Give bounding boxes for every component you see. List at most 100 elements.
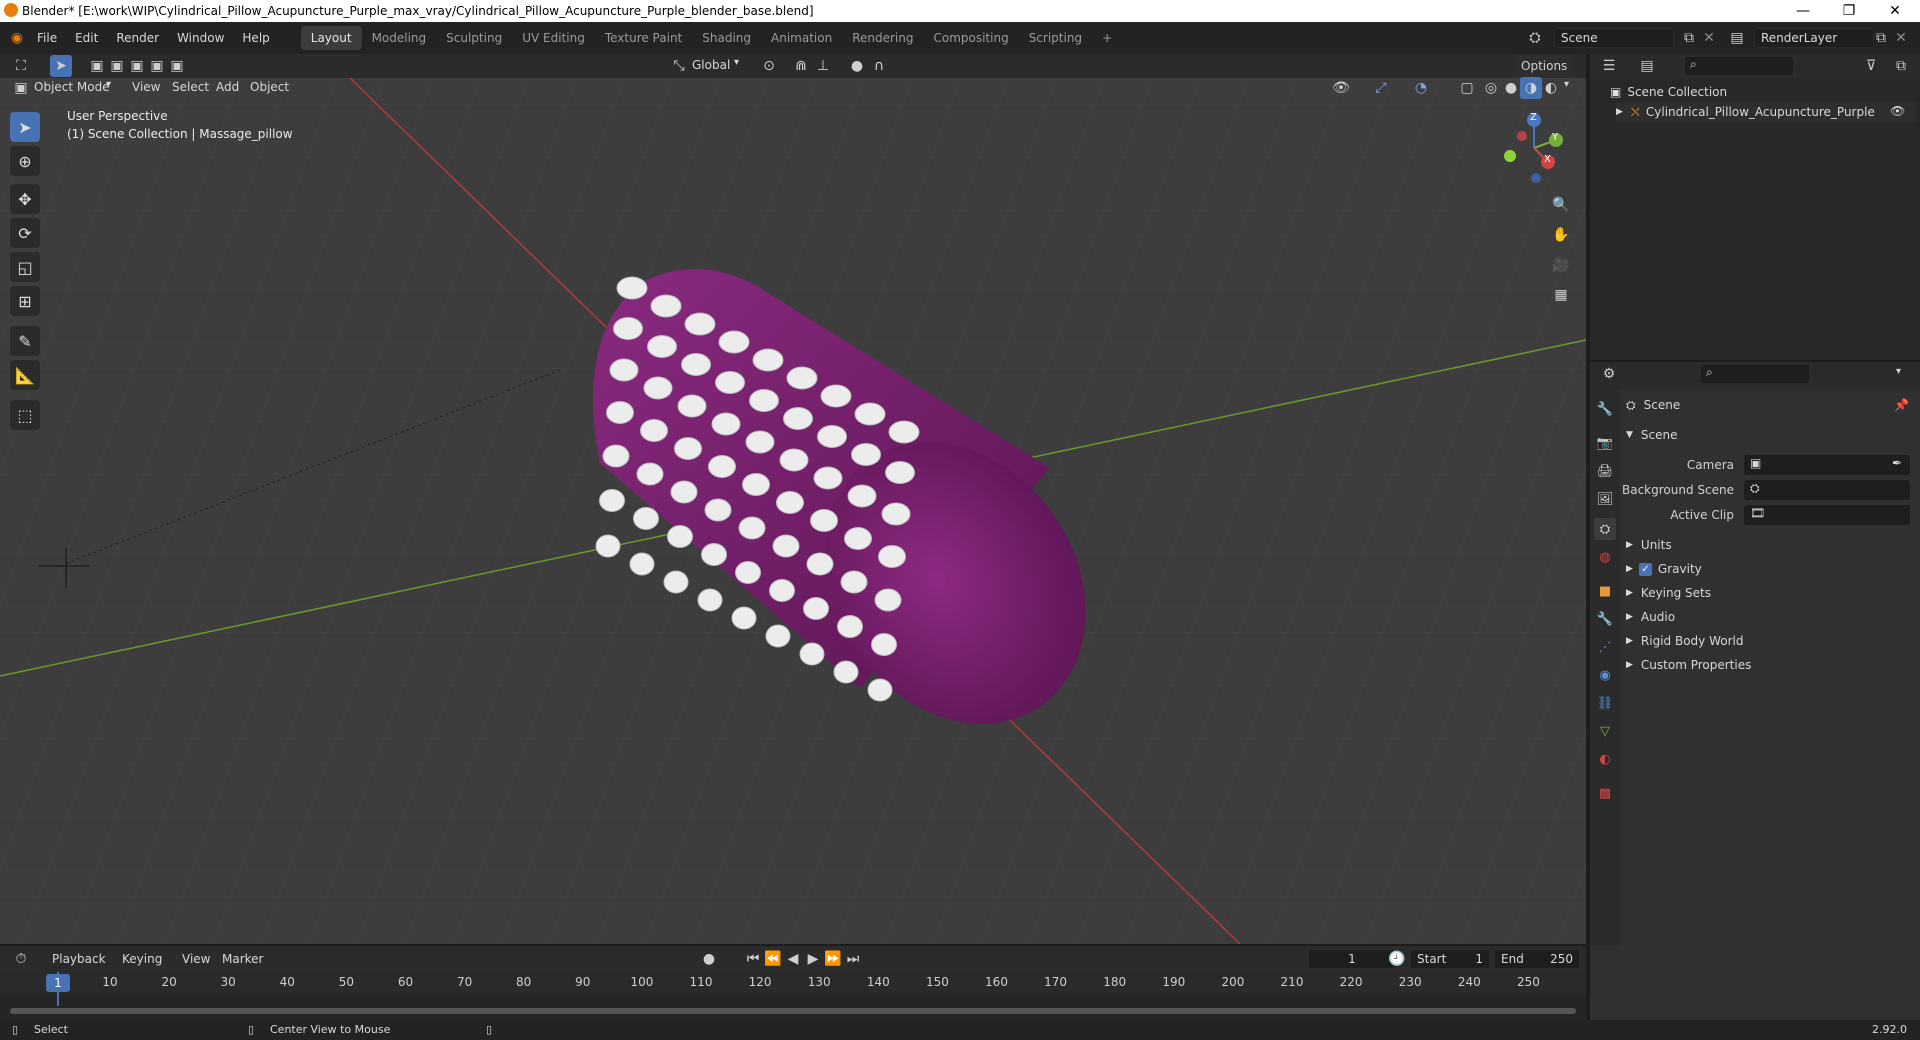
zoom-icon[interactable]: 🔍 [1550,194,1572,216]
timeline-menu-keying[interactable]: Keying [122,952,162,966]
perspective-toggle-icon[interactable]: ▦ [1550,284,1572,306]
menu-window[interactable]: Window [168,31,233,45]
move-tool-button[interactable]: ✥ [10,184,40,214]
editor-type-icon[interactable]: ⛶ [10,55,32,77]
new-scene-icon[interactable]: ⧉ [1678,27,1700,49]
timeline-menu-view[interactable]: View [182,952,210,966]
new-collection-icon[interactable]: ⧉ [1890,55,1912,77]
tab-shading[interactable]: Shading [692,26,761,50]
mode-new-icon[interactable]: ▣ [86,55,108,77]
eyedropper-icon[interactable]: ✒ [1892,456,1902,470]
current-frame-field[interactable]: 1 [1308,949,1396,969]
next-keyframe-icon[interactable]: ⏩ [822,948,844,970]
tab-uv-editing[interactable]: UV Editing [512,26,595,50]
start-frame-field[interactable]: Start 1 [1410,949,1490,969]
panel-audio[interactable]: ▶ Audio [1626,606,1675,628]
falloff-icon[interactable]: ∩ [868,55,890,77]
particles-tab-icon[interactable]: ⋰ [1594,636,1616,658]
panel-keying-sets[interactable]: ▶ Keying Sets [1626,582,1711,604]
wireframe-shading-icon[interactable]: ◎ [1480,77,1502,99]
expand-arrow-icon[interactable]: ▶ [1616,107,1623,117]
active-clip-field[interactable] [1744,505,1910,525]
snap-target-icon[interactable]: ⊥ [812,55,834,77]
timeline-menu-marker[interactable]: Marker [222,952,263,966]
overlay-toggle-icon[interactable]: ◔ [1410,77,1432,99]
mode-extend-icon[interactable]: ▣ [106,55,128,77]
tab-animation[interactable]: Animation [761,26,842,50]
view-layer-tab-icon[interactable]: 🖼 [1594,488,1616,510]
outliner-search-input[interactable] [1684,56,1794,76]
options-dropdown[interactable]: Options [1516,55,1573,77]
jump-end-icon[interactable]: ⏭ [842,948,864,970]
cursor-tool-button[interactable]: ⊕ [10,146,40,176]
data-tab-icon[interactable]: ▽ [1594,720,1616,742]
viewport-menu-object[interactable]: Object [250,80,289,94]
material-tab-icon[interactable]: ◐ [1594,748,1616,770]
tab-layout[interactable]: Layout [300,26,362,50]
navigation-gizmo[interactable]: Z Y X [1490,108,1570,188]
add-cube-tool-button[interactable]: ⬚ [10,400,40,430]
mode-intersect-icon[interactable]: ▣ [166,55,188,77]
transform-orientation-dropdown[interactable]: Global [692,58,730,72]
tool-tab-icon[interactable]: 🔧 [1594,398,1616,420]
tab-rendering[interactable]: Rendering [842,26,923,50]
hide-eye-icon[interactable]: 👁 [1890,104,1905,118]
chevron-down-icon[interactable]: ▾ [1896,366,1901,377]
close-button[interactable]: ✕ [1872,0,1918,22]
menu-render[interactable]: Render [107,31,168,45]
tab-compositing[interactable]: Compositing [923,26,1018,50]
minimize-button[interactable]: — [1780,0,1826,22]
panel-gravity[interactable]: ▶ ✓ Gravity [1626,558,1702,580]
end-frame-field[interactable]: End 250 [1494,949,1580,969]
select-tool-button[interactable]: ➤ [10,112,40,142]
scene-field[interactable]: Scene [1554,28,1674,48]
texture-tab-icon[interactable]: ▩ [1594,782,1616,804]
physics-tab-icon[interactable]: ◉ [1594,664,1616,686]
xray-icon[interactable]: ▢ [1456,77,1478,99]
tab-modeling[interactable]: Modeling [362,26,437,50]
world-tab-icon[interactable]: ◍ [1594,546,1616,568]
new-layer-icon[interactable]: ⧉ [1870,27,1892,49]
transform-tool-button[interactable]: ⊞ [10,286,40,316]
panel-rigid-body-world[interactable]: ▶ Rigid Body World [1626,630,1743,652]
tab-sculpting[interactable]: Sculpting [436,26,512,50]
3d-viewport[interactable]: User Perspective (1) Scene Collection | … [0,78,1586,944]
filter-icon[interactable]: ⊽ [1860,55,1882,77]
constraints-tab-icon[interactable]: ⛓ [1594,692,1616,714]
panel-units[interactable]: ▶ Units [1626,534,1672,556]
rendered-shading-icon[interactable]: ◐ [1540,77,1562,99]
select-box-tool-icon[interactable]: ➤ [50,55,72,77]
viewport-menu-select[interactable]: Select [172,80,209,94]
properties-editor-icon[interactable]: ⚙ [1598,363,1620,385]
modifier-tab-icon[interactable]: 🔧 [1594,608,1616,630]
panel-custom-properties[interactable]: ▶ Custom Properties [1626,654,1751,676]
gizmo-toggle-icon[interactable]: ⤢ [1370,77,1392,99]
view-layer-icon[interactable]: ▤ [1726,27,1748,49]
timeline-editor-icon[interactable]: ⏱ [10,948,32,970]
outliner-row-object[interactable]: ▶ ⛌ Cylindrical_Pillow_Acupuncture_Purpl… [1616,102,1916,122]
menu-file[interactable]: File [28,31,66,45]
add-workspace-button[interactable]: + [1092,26,1122,50]
mode-subtract-icon[interactable]: ▣ [126,55,148,77]
measure-tool-button[interactable]: 📐 [10,360,40,390]
prev-keyframe-icon[interactable]: ⏪ [762,948,784,970]
properties-search-input[interactable] [1700,364,1810,384]
timeline-scrollbar[interactable] [10,1008,1576,1014]
pivot-icon[interactable]: ⊙ [758,55,780,77]
proportional-edit-icon[interactable]: ● [846,55,868,77]
visibility-icon[interactable]: 👁 [1330,77,1352,99]
mode-invert-icon[interactable]: ▣ [146,55,168,77]
camera-view-icon[interactable]: 🎥 [1550,254,1572,276]
camera-field[interactable] [1744,455,1910,475]
object-tab-icon[interactable]: ■ [1594,580,1616,602]
pan-hand-icon[interactable]: ✋ [1550,224,1572,246]
gravity-checkbox[interactable]: ✓ [1638,562,1652,576]
outliner-row-scene-collection[interactable]: ▣ Scene Collection [1610,82,1727,102]
rotate-tool-button[interactable]: ⟳ [10,218,40,248]
display-mode-icon[interactable]: ▤ [1636,55,1658,77]
tab-scripting[interactable]: Scripting [1019,26,1092,50]
scene-panel-header[interactable]: ▼ Scene [1626,424,1678,446]
tab-texture-paint[interactable]: Texture Paint [595,26,692,50]
orientation-icon[interactable]: ⤡ [668,55,690,77]
remove-layer-icon[interactable]: ✕ [1890,27,1912,49]
